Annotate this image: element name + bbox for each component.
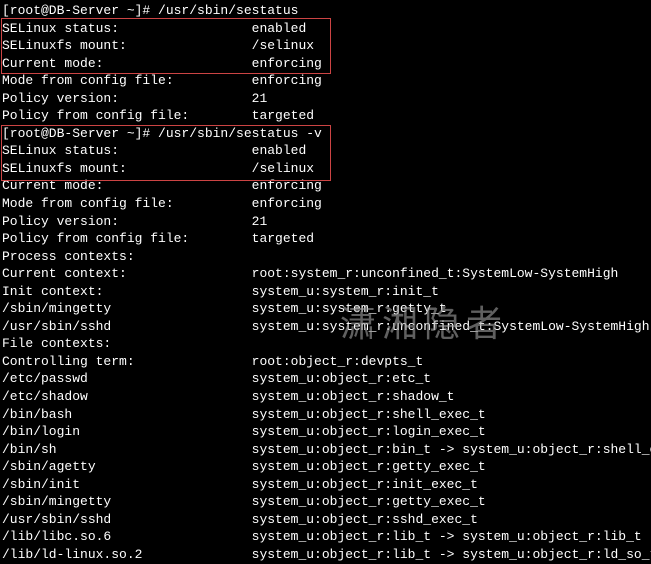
terminal-line: [root@DB-Server ~]# /usr/sbin/sestatus -… (2, 125, 649, 143)
terminal-line: /sbin/agetty system_u:object_r:getty_exe… (2, 458, 649, 476)
terminal-line: File contexts: (2, 335, 649, 353)
terminal-line: Current mode: enforcing (2, 177, 649, 195)
terminal-line: /lib/libc.so.6 system_u:object_r:lib_t -… (2, 528, 649, 546)
terminal-line: Policy version: 21 (2, 90, 649, 108)
terminal-line: Policy from config file: targeted (2, 107, 649, 125)
terminal-line: /lib/ld-linux.so.2 system_u:object_r:lib… (2, 546, 649, 564)
terminal-line: Current context: root:system_r:unconfine… (2, 265, 649, 283)
terminal-line: /sbin/mingetty system_u:system_r:getty_t (2, 300, 649, 318)
terminal-line: Init context: system_u:system_r:init_t (2, 283, 649, 301)
terminal-line: /etc/passwd system_u:object_r:etc_t (2, 370, 649, 388)
terminal-line: /sbin/mingetty system_u:object_r:getty_e… (2, 493, 649, 511)
terminal-line: SELinuxfs mount: /selinux (2, 160, 649, 178)
terminal-line: /bin/bash system_u:object_r:shell_exec_t (2, 406, 649, 424)
terminal-line: Current mode: enforcing (2, 55, 649, 73)
terminal-line: /usr/sbin/sshd system_u:object_r:sshd_ex… (2, 511, 649, 529)
terminal-line: Policy version: 21 (2, 213, 649, 231)
terminal-line: SELinuxfs mount: /selinux (2, 37, 649, 55)
terminal-line: /bin/login system_u:object_r:login_exec_… (2, 423, 649, 441)
terminal-line: SELinux status: enabled (2, 142, 649, 160)
terminal-line: /sbin/init system_u:object_r:init_exec_t (2, 476, 649, 494)
terminal-line: Mode from config file: enforcing (2, 72, 649, 90)
terminal-line: [root@DB-Server ~]# /usr/sbin/sestatus (2, 2, 649, 20)
terminal-line: SELinux status: enabled (2, 20, 649, 38)
terminal-line: /etc/shadow system_u:object_r:shadow_t (2, 388, 649, 406)
terminal-line: Mode from config file: enforcing (2, 195, 649, 213)
terminal-line: Policy from config file: targeted (2, 230, 649, 248)
terminal-line: /usr/sbin/sshd system_u:system_r:unconfi… (2, 318, 649, 336)
terminal-output: [root@DB-Server ~]# /usr/sbin/sestatusSE… (2, 2, 649, 564)
terminal-line: Controlling term: root:object_r:devpts_t (2, 353, 649, 371)
terminal-line: Process contexts: (2, 248, 649, 266)
terminal-line: /bin/sh system_u:object_r:bin_t -> syste… (2, 441, 649, 459)
